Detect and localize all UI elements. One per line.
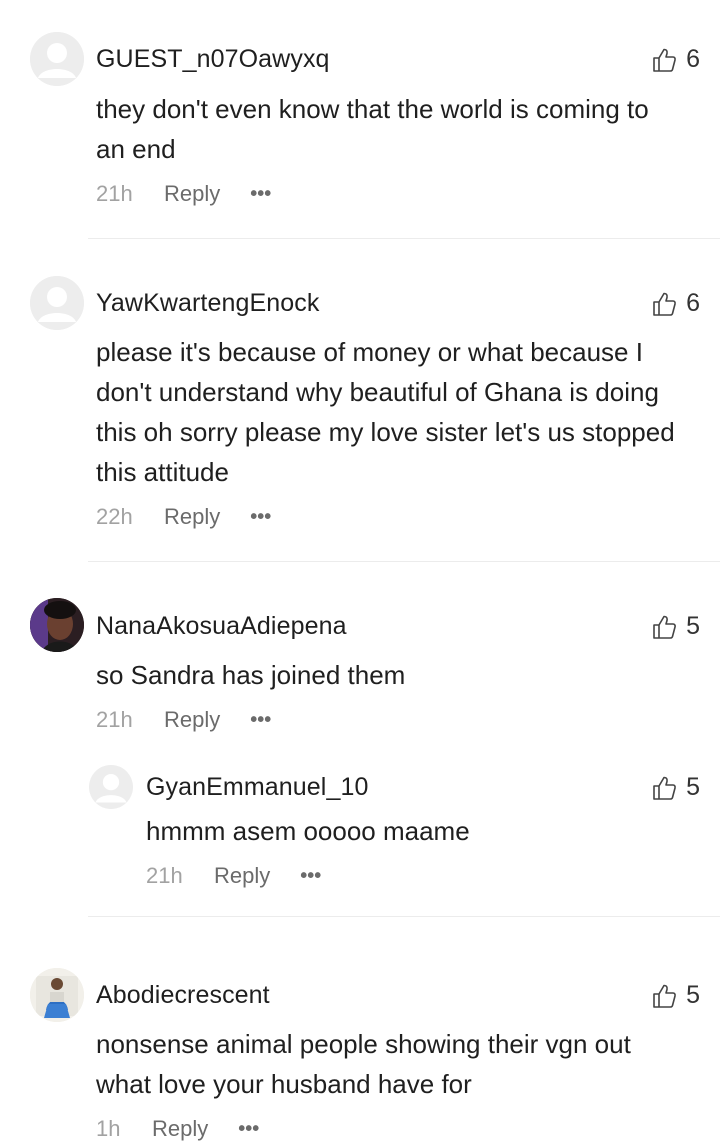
comment-item: Abodiecrescent 5 nonsense animal people … [0,0,720,1143]
comment-text: nonsense animal people showing their vgn… [96,1029,631,1099]
thumbs-up-icon [653,984,677,1008]
comment-time: 1h [96,1116,121,1141]
more-options-icon[interactable]: ••• [238,1118,259,1141]
reply-button[interactable]: Reply [152,1116,208,1142]
comment-meta: 1h Reply ••• [96,1116,259,1142]
like-button[interactable]: 5 [651,981,700,1010]
user-avatar[interactable] [30,968,84,1022]
comment-username[interactable]: Abodiecrescent [96,981,270,1010]
like-count: 5 [686,981,700,1009]
